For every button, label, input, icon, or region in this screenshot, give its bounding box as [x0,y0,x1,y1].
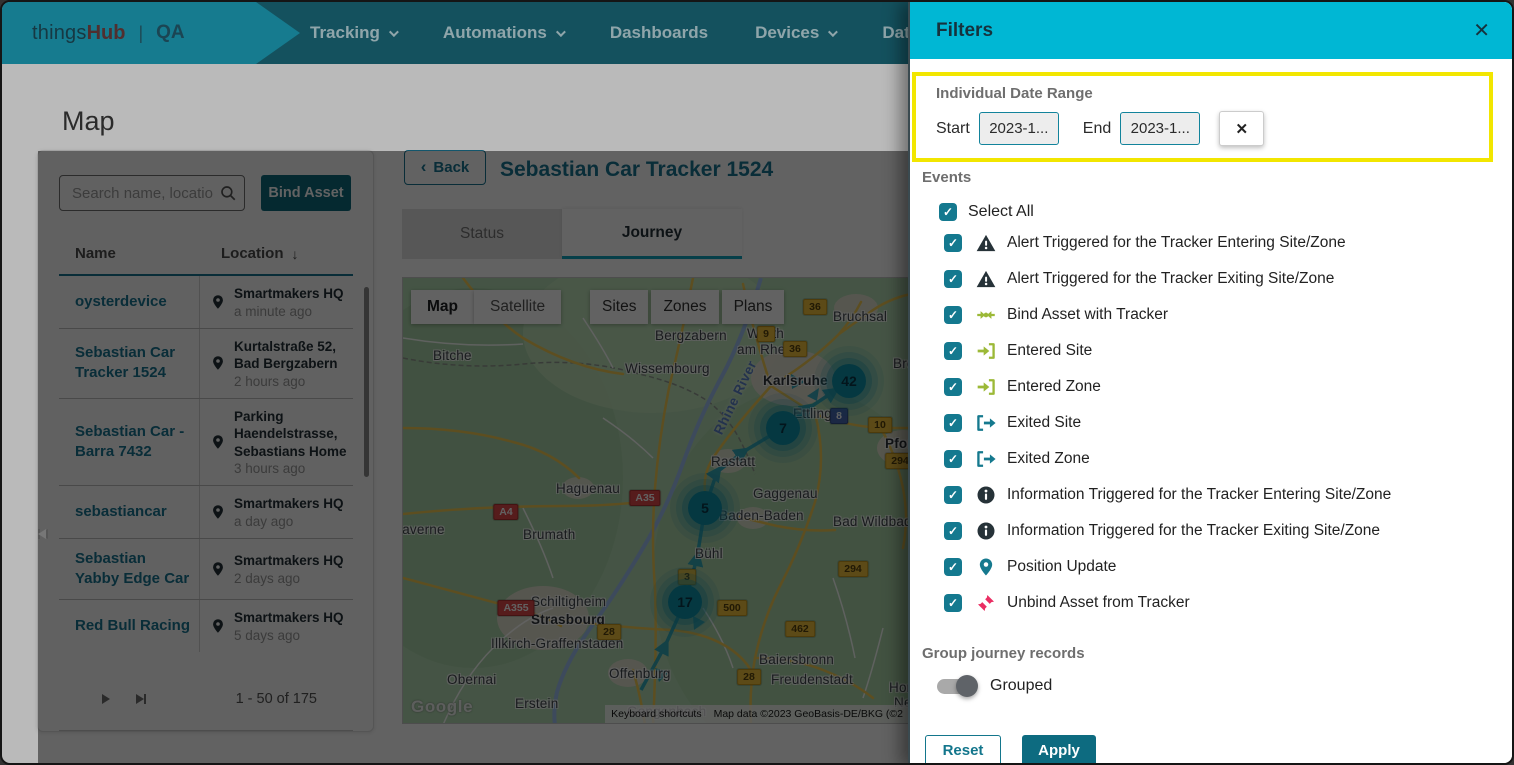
end-date-label: End [1083,120,1111,138]
clear-dates-button[interactable]: ✕ [1219,111,1264,146]
reset-button[interactable]: Reset [925,735,1001,765]
event-checkbox[interactable]: ✓ [944,306,962,324]
event-checkbox[interactable]: ✓ [944,378,962,396]
select-all-checkbox[interactable]: ✓ [939,203,957,221]
grouped-toggle-label: Grouped [990,677,1052,695]
events-section-label: Events [922,169,1514,186]
event-filter-row: ✓ Information Triggered for the Tracker E… [944,513,1514,549]
event-label: Exited Zone [1007,450,1090,468]
events-list: ✓ Alert Triggered for the Tracker Enterin… [944,225,1514,621]
apply-button[interactable]: Apply [1022,735,1096,765]
event-label: Position Update [1007,558,1116,576]
event-label: Exited Site [1007,414,1081,432]
event-checkbox[interactable]: ✓ [944,342,962,360]
grouped-toggle[interactable] [937,679,975,694]
info-icon [976,485,996,505]
warning-icon [976,269,996,289]
date-range-row: Start End ✕ [936,111,1489,146]
bind-icon [976,305,996,325]
unbind-icon [976,593,996,613]
close-icon[interactable]: ✕ [1473,21,1490,41]
event-filter-row: ✓ Position Update [944,549,1514,585]
date-range-section-label: Individual Date Range [936,85,1489,102]
app-window: thingsHub | QA TrackingAutomationsDashbo… [0,0,1514,765]
event-checkbox[interactable]: ✓ [944,414,962,432]
event-filter-row: ✓ Entered Site [944,333,1514,369]
event-checkbox[interactable]: ✓ [944,558,962,576]
select-all-row: ✓ Select All [939,202,1514,222]
event-label: Information Triggered for the Tracker Ex… [1007,522,1380,540]
event-filter-row: ✓ Information Triggered for the Tracker E… [944,477,1514,513]
select-all-label: Select All [968,203,1034,221]
event-filter-row: ✓ Alert Triggered for the Tracker Enterin… [944,225,1514,261]
modal-dim-overlay [2,2,910,765]
event-label: Alert Triggered for the Tracker Entering… [1007,234,1346,252]
event-label: Entered Zone [1007,378,1101,396]
exit-icon [976,413,996,433]
event-filter-row: ✓ Exited Site [944,405,1514,441]
date-range-highlight: Individual Date Range Start End ✕ [912,72,1493,162]
pin-icon [976,557,996,577]
event-label: Bind Asset with Tracker [1007,306,1168,324]
event-label: Unbind Asset from Tracker [1007,594,1190,612]
toggle-knob [956,675,978,697]
event-label: Entered Site [1007,342,1092,360]
info-icon [976,521,996,541]
event-label: Information Triggered for the Tracker En… [1007,486,1391,504]
event-filter-row: ✓ Unbind Asset from Tracker [944,585,1514,621]
event-checkbox[interactable]: ✓ [944,486,962,504]
start-date-input[interactable] [979,112,1059,145]
filters-header: Filters ✕ [910,2,1514,59]
filters-title: Filters [936,20,993,42]
event-filter-row: ✓ Exited Zone [944,441,1514,477]
event-checkbox[interactable]: ✓ [944,270,962,288]
exit-icon [976,449,996,469]
start-date-label: Start [936,120,970,138]
filters-actions: Reset Apply [925,735,1514,765]
event-filter-row: ✓ Bind Asset with Tracker [944,297,1514,333]
group-records-label: Group journey records [922,645,1514,662]
event-filter-row: ✓ Alert Triggered for the Tracker Exiting… [944,261,1514,297]
event-checkbox[interactable]: ✓ [944,234,962,252]
warning-icon [976,233,996,253]
event-filter-row: ✓ Entered Zone [944,369,1514,405]
enter-icon [976,377,996,397]
event-checkbox[interactable]: ✓ [944,594,962,612]
enter-icon [976,341,996,361]
group-toggle-row: Grouped [937,675,1514,697]
end-date-input[interactable] [1120,112,1200,145]
filters-panel: Filters ✕ Individual Date Range Start En… [908,2,1514,765]
event-checkbox[interactable]: ✓ [944,522,962,540]
event-checkbox[interactable]: ✓ [944,450,962,468]
event-label: Alert Triggered for the Tracker Exiting … [1007,270,1334,288]
